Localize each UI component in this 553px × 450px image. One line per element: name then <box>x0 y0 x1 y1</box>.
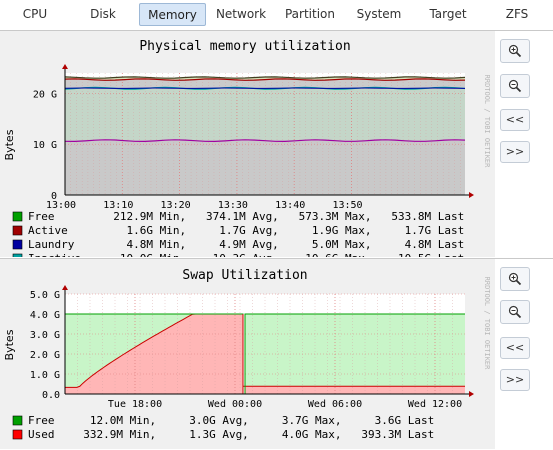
area-active <box>65 79 465 89</box>
rrdtool-watermark: RRDTOOL / TOBI OETIKER <box>483 75 491 169</box>
area-free <box>245 314 465 387</box>
area-wired <box>65 140 465 195</box>
y-tick-label: 10 G <box>33 140 57 151</box>
tab-disk[interactable]: Disk <box>74 3 132 26</box>
zoom-in-button[interactable] <box>500 267 530 291</box>
zoom-out-icon <box>508 79 522 93</box>
legend-name: Inactive <box>28 252 81 257</box>
zoom-out-button[interactable] <box>500 300 530 324</box>
x-tick-label: Wed 06:00 <box>308 399 362 410</box>
y-tick-label: 4.0 G <box>30 310 60 321</box>
y-tick-label: 20 G <box>33 89 57 100</box>
y-axis-label: Bytes <box>3 329 16 360</box>
legend-swatch <box>12 415 23 426</box>
tab-cpu[interactable]: CPU <box>7 3 63 26</box>
memory-graph: Physical memory utilization Bytes RRDTOO… <box>0 31 495 257</box>
legend-name: Active <box>28 224 68 237</box>
legend-name: Free <box>28 414 55 427</box>
zoom-out-icon <box>508 305 522 319</box>
legend-stats: 332.9M Min, 1.3G Avg, 4.0G Max, 393.3M L… <box>70 428 434 441</box>
series-line-active <box>64 78 466 81</box>
legend-swatch <box>12 239 23 250</box>
tab-zfs[interactable]: ZFS <box>487 3 547 26</box>
legend-name: Free <box>28 210 55 223</box>
legend-name: Used <box>28 428 55 441</box>
x-tick-label: Tue 18:00 <box>108 399 162 410</box>
zoom-in-button[interactable] <box>500 39 530 63</box>
y-tick-label: 2.0 G <box>30 350 60 361</box>
y-tick-label: 0.0 <box>42 390 60 401</box>
y-tick-label: 5.0 G <box>30 290 60 301</box>
tab-target[interactable]: Target <box>418 3 478 26</box>
legend-stats: 10.0G Min, 10.3G Avg, 10.6G Max, 10.5G L… <box>100 252 464 257</box>
tab-bar: CPU Disk Memory Network Partition System… <box>0 0 553 30</box>
y-tick-label: 1.0 G <box>30 370 60 381</box>
legend-name: Laundry <box>28 238 75 251</box>
legend-stats: 212.9M Min, 374.1M Avg, 573.3M Max, 533.… <box>100 210 464 223</box>
swap-graph-panel: Swap Utilization Bytes RRDTOOL / TOBI OE… <box>0 258 553 450</box>
tab-memory[interactable]: Memory <box>139 3 206 26</box>
y-tick-label: 3.0 G <box>30 330 60 341</box>
chart-title: Physical memory utilization <box>139 39 350 54</box>
memory-graph-panel: Physical memory utilization Bytes RRDTOO… <box>0 30 553 257</box>
zoom-out-button[interactable] <box>500 74 530 98</box>
zoom-in-icon <box>508 44 522 58</box>
legend-swatch <box>12 253 23 257</box>
x-tick-label: Wed 00:00 <box>208 399 262 410</box>
legend-stats: 1.6G Min, 1.7G Avg, 1.9G Max, 1.7G Last <box>100 224 464 237</box>
rrdtool-watermark: RRDTOOL / TOBI OETIKER <box>483 277 491 371</box>
swap-graph: Swap Utilization Bytes RRDTOOL / TOBI OE… <box>0 259 495 449</box>
x-tick-label: Wed 12:00 <box>408 399 462 410</box>
forward-button[interactable]: >> <box>500 141 530 163</box>
zoom-in-icon <box>508 272 522 286</box>
area-inactive <box>65 88 465 141</box>
legend-stats: 12.0M Min, 3.0G Avg, 3.7G Max, 3.6G Last <box>70 414 434 427</box>
legend-stats: 4.8M Min, 4.9M Avg, 5.0M Max, 4.8M Last <box>100 238 464 251</box>
chart-title: Swap Utilization <box>182 268 307 283</box>
forward-button[interactable]: >> <box>500 369 530 391</box>
legend-swatch <box>12 225 23 236</box>
y-axis-label: Bytes <box>3 129 16 160</box>
legend-swatch <box>12 211 23 222</box>
legend-swatch <box>12 429 23 440</box>
tab-system[interactable]: System <box>348 3 410 26</box>
tab-network[interactable]: Network <box>212 3 270 26</box>
back-button[interactable]: << <box>500 337 530 359</box>
tab-partition[interactable]: Partition <box>279 3 341 26</box>
back-button[interactable]: << <box>500 109 530 131</box>
area-used <box>245 386 465 394</box>
